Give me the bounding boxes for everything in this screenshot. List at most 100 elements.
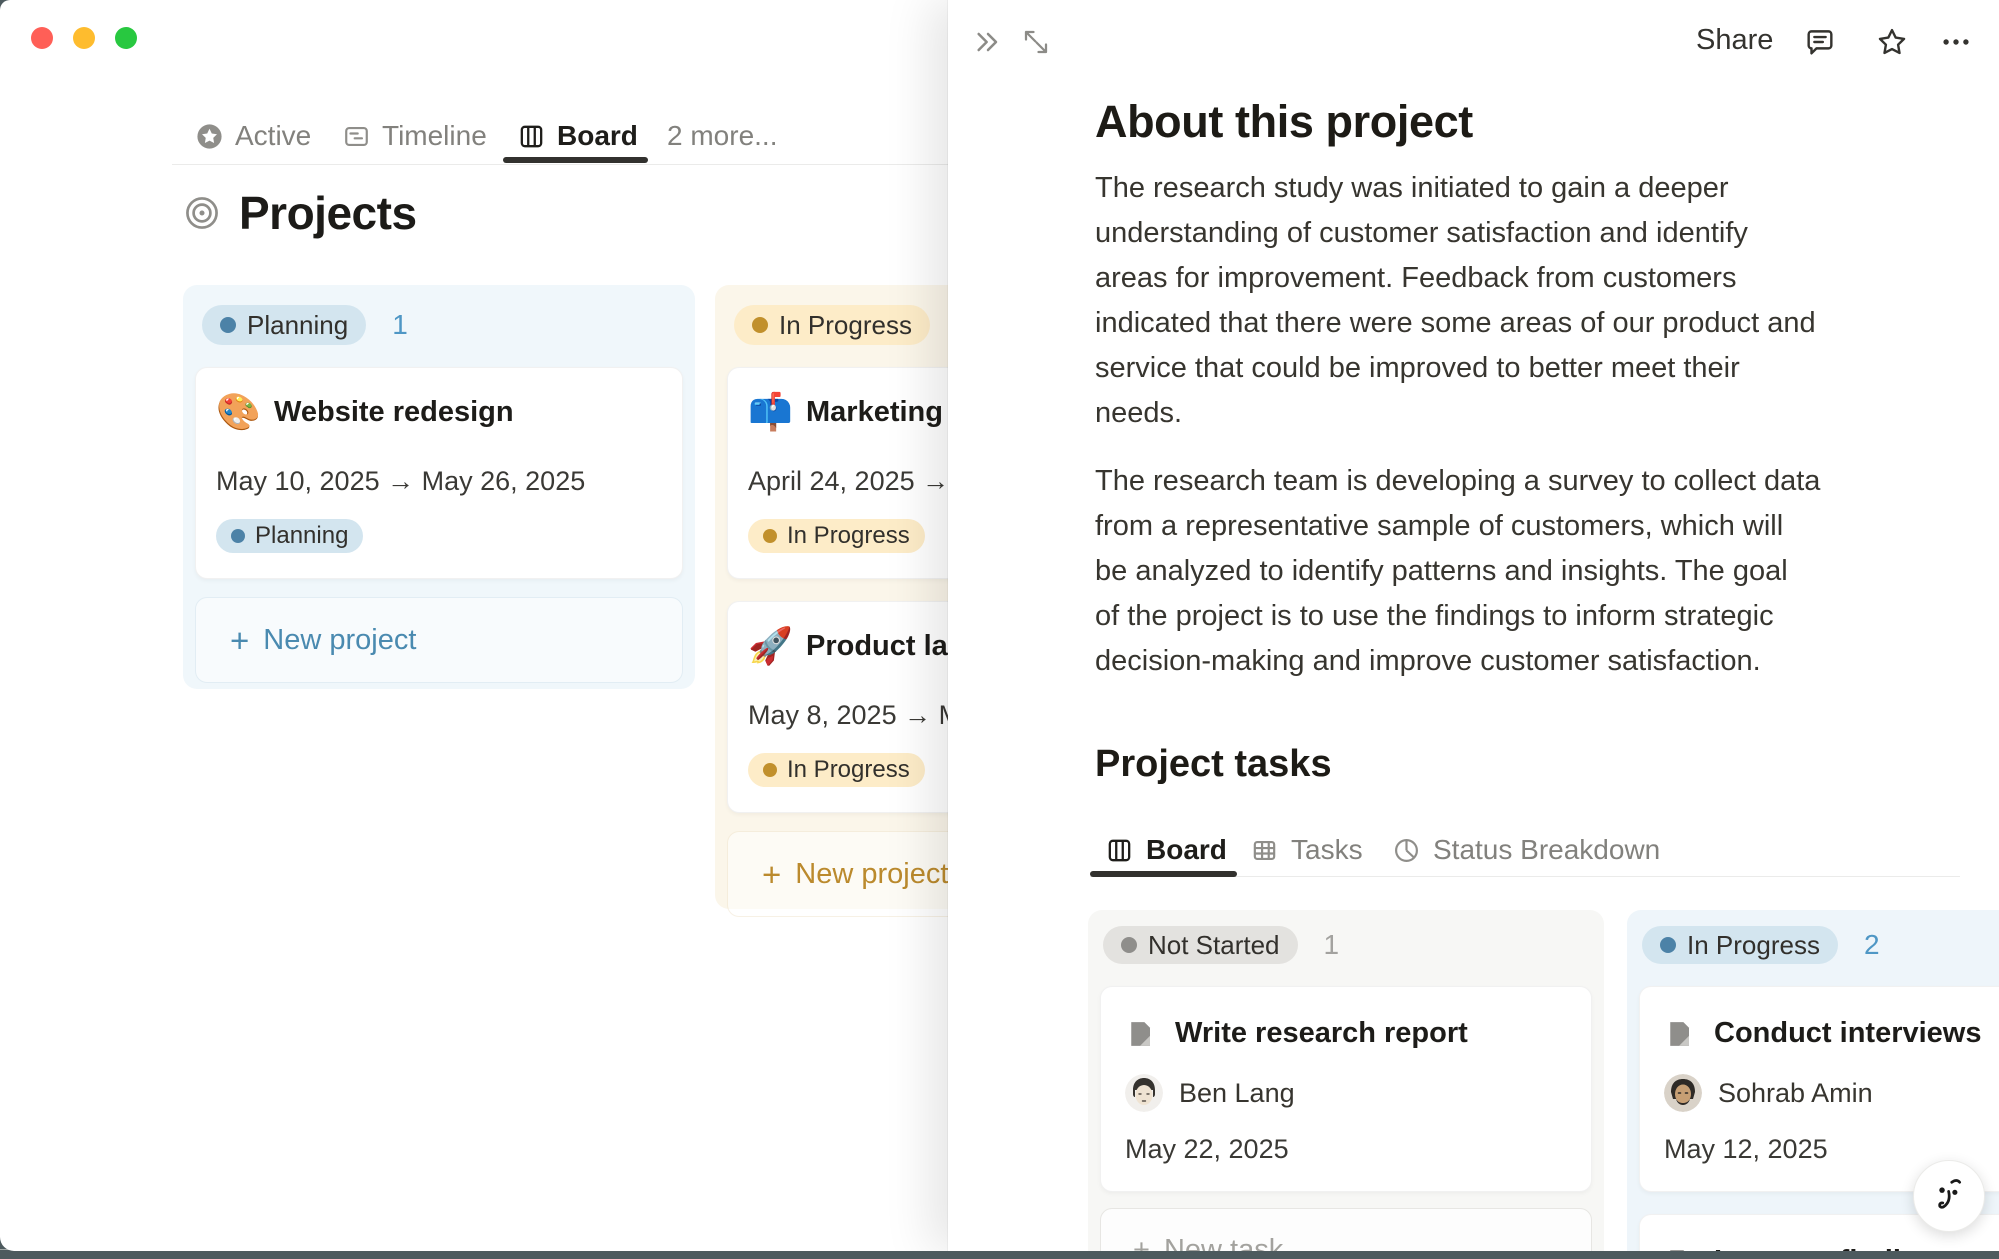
status-dot	[752, 317, 768, 333]
comments-button[interactable]	[1798, 20, 1842, 64]
status-dot	[763, 763, 777, 777]
timeline-icon	[342, 122, 371, 151]
column-status-pill[interactable]: Not Started	[1103, 926, 1298, 964]
tasks-tab-board[interactable]: Board	[1105, 828, 1227, 872]
tab-active-view[interactable]: Active	[195, 113, 311, 159]
page-title-row: Projects	[183, 186, 417, 240]
card-title: Conduct interviews	[1714, 1017, 1982, 1050]
column-status-pill[interactable]: In Progress	[734, 305, 930, 345]
close-side-peek-button[interactable]	[966, 20, 1010, 64]
column-count: 1	[1324, 929, 1340, 961]
column-name: Planning	[247, 310, 348, 341]
tab-label: Tasks	[1291, 834, 1363, 866]
tab-label: Board	[1146, 834, 1227, 866]
card-title: Interpret findings	[1714, 1245, 1952, 1251]
column-status-pill[interactable]: Planning	[202, 305, 366, 345]
new-project-button-planning[interactable]: + New project	[195, 597, 683, 683]
status-dot	[231, 529, 245, 543]
minimize-window-button[interactable]	[73, 27, 95, 49]
tab-label: Timeline	[382, 120, 487, 152]
favorite-star-button[interactable]	[1870, 20, 1914, 64]
avatar-sohrab-amin	[1664, 1074, 1702, 1112]
card-due-date: May 22, 2025	[1125, 1134, 1567, 1165]
tab-more-views[interactable]: 2 more...	[667, 113, 777, 159]
column-count: 1	[392, 309, 408, 341]
avatar-ben-lang	[1125, 1074, 1163, 1112]
tab-label: Active	[235, 120, 311, 152]
status-dot	[1660, 937, 1676, 953]
star-circle-icon	[195, 122, 224, 151]
new-task-label: New task	[1164, 1234, 1283, 1252]
card-status-tag: Planning	[216, 519, 363, 553]
plus-icon: +	[230, 624, 249, 657]
page-icon	[1125, 1019, 1155, 1049]
column-status-pill[interactable]: In Progress	[1642, 926, 1838, 964]
column-count: 2	[1864, 929, 1880, 961]
column-name: In Progress	[1687, 930, 1820, 961]
bullseye-icon	[183, 194, 221, 232]
tag-label: In Progress	[787, 756, 910, 784]
tasks-column-not-started: Not Started 1 Write research report	[1088, 910, 1604, 1251]
page-title: Projects	[239, 186, 417, 240]
column-header: In Progress 2	[1642, 926, 1999, 964]
board-icon	[517, 122, 546, 151]
plus-icon: +	[1133, 1234, 1150, 1252]
tab-label: Board	[557, 120, 638, 152]
tab-timeline-view[interactable]: Timeline	[342, 113, 487, 159]
new-project-label: New project	[795, 858, 948, 891]
section-heading-about: About this project	[1095, 96, 1473, 148]
about-paragraph-1: The research study was initiated to gain…	[1095, 166, 1925, 436]
column-name: Not Started	[1148, 930, 1280, 961]
tag-label: In Progress	[787, 522, 910, 550]
status-dot	[220, 317, 236, 333]
section-heading-project-tasks: Project tasks	[1095, 743, 1332, 786]
board-column-planning: Planning 1 🎨 Website redesign May 10, 20…	[183, 285, 695, 689]
active-tab-underline	[1090, 871, 1237, 877]
palette-emoji-icon: 🎨	[216, 390, 262, 434]
tab-label: 2 more...	[667, 120, 777, 152]
screen: Active Timeline Board 2 more... Projects	[0, 0, 1999, 1259]
card-status-tag: In Progress	[748, 753, 925, 787]
tab-board-view[interactable]: Board	[517, 113, 638, 159]
status-dot	[763, 529, 777, 543]
column-header: Planning 1	[202, 305, 677, 345]
card-title: Write research report	[1175, 1017, 1468, 1050]
card-title: Marketing c	[806, 396, 967, 429]
assignee-name: Sohrab Amin	[1718, 1078, 1873, 1109]
about-paragraph-2: The research team is developing a survey…	[1095, 459, 1925, 684]
new-project-label: New project	[263, 624, 416, 657]
table-icon	[1250, 836, 1279, 865]
tasks-tab-tasks[interactable]: Tasks	[1250, 828, 1363, 872]
side-peek-panel: Share About this project The research st…	[948, 0, 1999, 1251]
card-status-tag: In Progress	[748, 519, 925, 553]
card-title: Product lau	[806, 630, 966, 663]
card-date-range: May 10, 2025 → May 26, 2025	[216, 466, 662, 497]
board-icon	[1105, 836, 1134, 865]
column-name: In Progress	[779, 310, 912, 341]
card-title: Website redesign	[274, 396, 514, 429]
assignee-name: Ben Lang	[1179, 1078, 1295, 1109]
task-card-write-research-report[interactable]: Write research report Ben Lang May 22, 2…	[1100, 986, 1592, 1192]
plus-icon: +	[762, 858, 781, 891]
page-icon	[1664, 1019, 1694, 1049]
pie-chart-icon	[1392, 836, 1421, 865]
column-header: Not Started 1	[1103, 926, 1588, 964]
project-card-website-redesign[interactable]: 🎨 Website redesign May 10, 2025 → May 26…	[195, 367, 683, 579]
view-tabbar-divider	[172, 164, 948, 165]
tab-label: Status Breakdown	[1433, 834, 1660, 866]
tag-label: Planning	[255, 522, 348, 550]
page-icon	[1664, 1247, 1694, 1252]
ai-face-icon	[1927, 1174, 1971, 1218]
notion-ai-button[interactable]	[1913, 1160, 1985, 1232]
close-window-button[interactable]	[31, 27, 53, 49]
more-options-button[interactable]	[1934, 20, 1978, 64]
expand-page-button[interactable]	[1014, 20, 1058, 64]
notion-window: Active Timeline Board 2 more... Projects	[0, 0, 1999, 1251]
mailbox-emoji-icon: 📫	[748, 390, 794, 434]
status-dot	[1121, 937, 1137, 953]
share-button[interactable]: Share	[1696, 24, 1773, 57]
tasks-tab-status-breakdown[interactable]: Status Breakdown	[1392, 828, 1660, 872]
rocket-emoji-icon: 🚀	[748, 624, 794, 668]
new-task-button[interactable]: + New task	[1100, 1208, 1592, 1251]
zoom-window-button[interactable]	[115, 27, 137, 49]
